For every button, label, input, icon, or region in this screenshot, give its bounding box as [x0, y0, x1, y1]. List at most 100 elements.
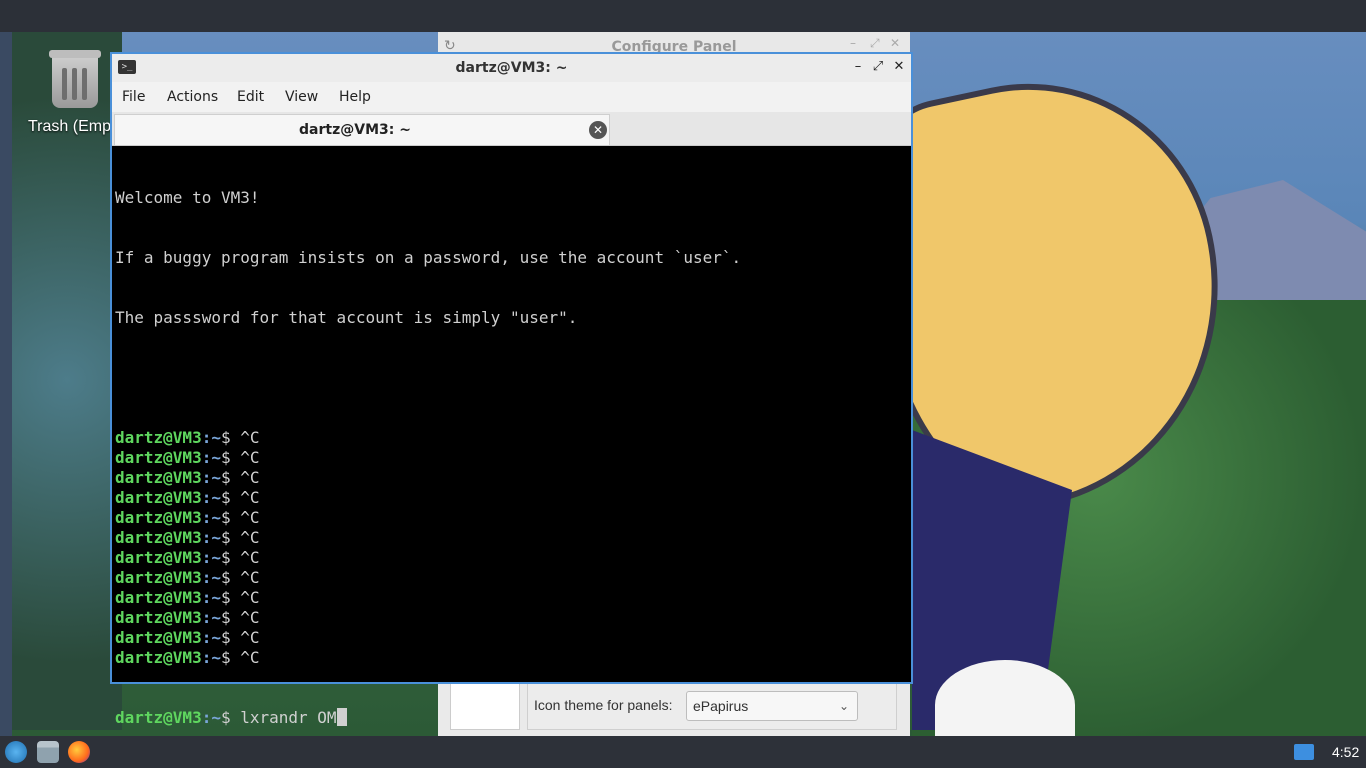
- prompt-path: :~: [201, 588, 221, 607]
- prompt-symbol: $: [220, 628, 241, 647]
- firefox-icon[interactable]: [68, 741, 90, 763]
- prompt-path: :~: [201, 428, 221, 447]
- prompt-path: :~: [201, 508, 221, 527]
- prompt-user: dartz@VM3: [115, 708, 202, 727]
- prompt-path: :~: [201, 608, 221, 627]
- history-command: ^C: [240, 428, 260, 447]
- history-line: dartz@VM3:~$ ^C: [115, 428, 908, 448]
- terminal-titlebar[interactable]: >_ dartz@VM3: ~ – ⤢ ✕: [112, 54, 911, 82]
- trash-label: Trash (Empt: [28, 118, 116, 135]
- top-bar: [0, 0, 1366, 32]
- history-line: dartz@VM3:~$ ^C: [115, 548, 908, 568]
- clock[interactable]: 4:52: [1332, 736, 1359, 768]
- prompt-symbol: $: [220, 448, 241, 467]
- notification-tray-icon[interactable]: [1294, 744, 1314, 760]
- history-line: dartz@VM3:~$ ^C: [115, 628, 908, 648]
- history-command: ^C: [240, 548, 260, 567]
- menu-view[interactable]: View: [285, 82, 318, 112]
- menu-help[interactable]: Help: [339, 82, 371, 112]
- history-line: dartz@VM3:~$ ^C: [115, 468, 908, 488]
- welcome-line: If a buggy program insists on a password…: [115, 248, 742, 267]
- history-command: ^C: [240, 628, 260, 647]
- minimize-button[interactable]: –: [849, 58, 867, 76]
- close-button[interactable]: ✕: [890, 58, 908, 76]
- history-command: ^C: [240, 648, 260, 667]
- taskbar: 4:52: [0, 736, 1366, 768]
- prompt-symbol: $: [220, 648, 241, 667]
- history-command: ^C: [240, 568, 260, 587]
- history-line: dartz@VM3:~$ ^C: [115, 588, 908, 608]
- menu-bar: File Actions Edit View Help: [112, 82, 911, 112]
- terminal-title: dartz@VM3: ~: [455, 60, 568, 76]
- prompt-user: dartz@VM3: [115, 608, 202, 627]
- prompt-symbol: $: [220, 568, 241, 587]
- history-line: dartz@VM3:~$ ^C: [115, 488, 908, 508]
- current-prompt-line[interactable]: dartz@VM3:~$ lxrandr OM: [115, 708, 908, 728]
- history-command: ^C: [240, 468, 260, 487]
- history-command: ^C: [240, 588, 260, 607]
- prompt-symbol: $: [220, 488, 241, 507]
- prompt-path: :~: [201, 488, 221, 507]
- welcome-line: Welcome to VM3!: [115, 188, 260, 207]
- prompt-user: dartz@VM3: [115, 648, 202, 667]
- history-line: dartz@VM3:~$ ^C: [115, 508, 908, 528]
- prompt-path: :~: [201, 568, 221, 587]
- prompt-user: dartz@VM3: [115, 468, 202, 487]
- prompt-symbol: $: [220, 548, 241, 567]
- menu-file[interactable]: File: [122, 82, 145, 112]
- tab-bar: dartz@VM3: ~ ✕: [112, 112, 911, 146]
- prompt-path: :~: [201, 548, 221, 567]
- prompt-user: dartz@VM3: [115, 628, 202, 647]
- prompt-user: dartz@VM3: [115, 588, 202, 607]
- configure-panel-close-icon[interactable]: ✕: [890, 36, 900, 50]
- prompt-user: dartz@VM3: [115, 448, 202, 467]
- terminal-window: >_ dartz@VM3: ~ – ⤢ ✕ File Actions Edit …: [110, 52, 913, 727]
- prompt-path: :~: [201, 628, 221, 647]
- menu-edit[interactable]: Edit: [237, 82, 264, 112]
- start-menu-icon[interactable]: [5, 741, 27, 763]
- command-history: dartz@VM3:~$ ^C dartz@VM3:~$ ^C dartz@VM3:…: [115, 428, 908, 668]
- history-line: dartz@VM3:~$ ^C: [115, 648, 908, 668]
- prompt-symbol: $: [220, 708, 241, 727]
- history-command: ^C: [240, 508, 260, 527]
- history-command: ^C: [240, 608, 260, 627]
- prompt-path: :~: [201, 448, 221, 467]
- history-command: ^C: [240, 528, 260, 547]
- text-cursor: [336, 708, 347, 726]
- history-line: dartz@VM3:~$ ^C: [115, 608, 908, 628]
- menu-actions[interactable]: Actions: [167, 82, 218, 112]
- prompt-symbol: $: [220, 528, 241, 547]
- history-line: dartz@VM3:~$ ^C: [115, 528, 908, 548]
- prompt-symbol: $: [220, 468, 241, 487]
- prompt-user: dartz@VM3: [115, 428, 202, 447]
- prompt-user: dartz@VM3: [115, 548, 202, 567]
- prompt-symbol: $: [220, 588, 241, 607]
- prompt-symbol: $: [220, 428, 241, 447]
- file-manager-icon[interactable]: [37, 741, 59, 763]
- maximize-button[interactable]: ⤢: [869, 58, 887, 76]
- tab-close-icon[interactable]: ✕: [589, 121, 607, 139]
- history-line: dartz@VM3:~$ ^C: [115, 568, 908, 588]
- prompt-symbol: $: [220, 608, 241, 627]
- prompt-user: dartz@VM3: [115, 488, 202, 507]
- trash-icon: [49, 50, 101, 108]
- tab-label: dartz@VM3: ~: [299, 122, 411, 138]
- prompt-path: :~: [201, 648, 221, 667]
- history-line: dartz@VM3:~$ ^C: [115, 448, 908, 468]
- prompt-path: :~: [201, 528, 221, 547]
- configure-panel-maximize-icon[interactable]: ⤢: [870, 36, 880, 51]
- prompt-symbol: $: [220, 508, 241, 527]
- configure-panel-minimize-icon[interactable]: –: [850, 36, 856, 50]
- prompt-path: :~: [201, 708, 221, 727]
- left-edge: [0, 32, 12, 736]
- trash-desktop-icon[interactable]: Trash (Empt: [28, 50, 118, 136]
- prompt-user: dartz@VM3: [115, 528, 202, 547]
- welcome-line: The passsword for that account is simply…: [115, 308, 578, 327]
- history-command: ^C: [240, 448, 260, 467]
- prompt-user: dartz@VM3: [115, 508, 202, 527]
- tab-terminal[interactable]: dartz@VM3: ~ ✕: [114, 114, 610, 145]
- history-command: ^C: [240, 488, 260, 507]
- terminal-output[interactable]: Welcome to VM3! If a buggy program insis…: [112, 146, 911, 727]
- current-command: lxrandr OM: [240, 708, 337, 727]
